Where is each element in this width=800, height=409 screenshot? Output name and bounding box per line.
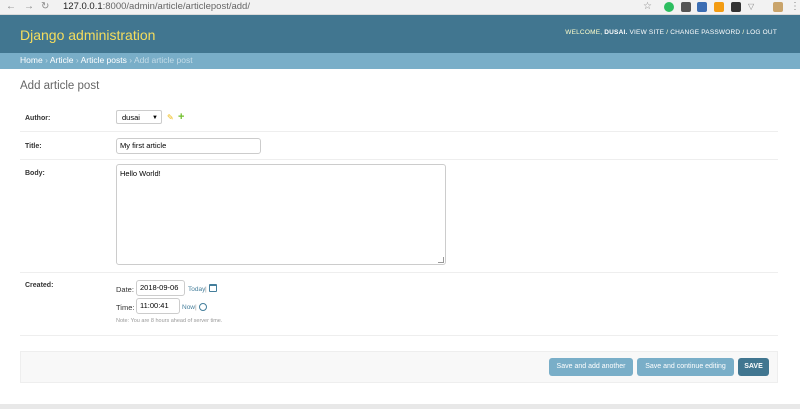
bookmark-star-icon[interactable]: ☆ [643, 1, 652, 13]
title-label: Title: [25, 143, 42, 150]
extension-icon[interactable] [731, 2, 741, 12]
evernote-extension-icon[interactable] [664, 2, 674, 12]
profile-icon[interactable] [773, 2, 783, 12]
title-input-value: My first article [120, 141, 167, 150]
row-divider [20, 335, 778, 336]
page-title: Add article post [20, 80, 100, 92]
breadcrumb-sep: › [129, 55, 133, 65]
breadcrumb-sep: › [75, 55, 79, 65]
edit-pencil-icon[interactable]: ✎ [167, 113, 174, 122]
timezone-help-text: Note: You are 8 hours ahead of server ti… [116, 318, 223, 324]
title-input[interactable]: My first article [116, 138, 261, 154]
save-and-continue-button[interactable]: Save and continue editing [637, 358, 734, 376]
breadcrumb-sep: › [45, 55, 48, 65]
horizontal-scrollbar[interactable] [0, 404, 800, 409]
row-divider [20, 159, 778, 160]
browser-toolbar: ← → ↻ 127.0.0.1:8000/admin/article/artic… [0, 0, 800, 15]
breadcrumb-model[interactable]: Article posts [81, 55, 127, 65]
time-input-value: 11:00:41 [140, 301, 169, 310]
breadcrumb: Home › Article › Article posts › Add art… [20, 55, 193, 66]
extension-icon[interactable] [697, 2, 707, 12]
mail-extension-icon[interactable] [681, 2, 691, 12]
created-label: Created: [25, 282, 54, 289]
view-site-link[interactable]: VIEW SITE [630, 29, 665, 36]
breadcrumb-home[interactable]: Home [20, 55, 43, 65]
author-select[interactable]: dusai ▼ [116, 110, 162, 124]
change-password-link[interactable]: CHANGE PASSWORD [670, 29, 740, 36]
clock-icon[interactable] [199, 303, 207, 311]
address-bar[interactable]: 127.0.0.1:8000/admin/article/articlepost… [63, 1, 250, 13]
separator: / [666, 29, 669, 36]
add-plus-icon[interactable]: + [178, 111, 184, 123]
author-label: Author: [25, 115, 51, 122]
user-tools: WELCOME, DUSAI. VIEW SITE / CHANGE PASSW… [565, 29, 777, 36]
shortcut-separator: | [195, 304, 197, 311]
caret-down-icon: ▼ [152, 115, 158, 121]
time-label: Time: [116, 303, 135, 312]
site-name[interactable]: Django administration [20, 27, 155, 43]
separator: / [742, 29, 745, 36]
dropdown-extension-icon[interactable]: ▽ [748, 1, 754, 13]
menu-icon[interactable]: ⋮ [790, 1, 800, 13]
now-link[interactable]: Now [182, 304, 195, 311]
row-divider [20, 272, 778, 273]
username: DUSAI. [604, 29, 628, 36]
row-divider [20, 131, 778, 132]
body-textarea[interactable]: Hello World! [116, 164, 446, 265]
calendar-icon[interactable] [209, 284, 217, 292]
back-icon[interactable]: ← [6, 1, 16, 13]
resize-handle-icon[interactable] [438, 257, 444, 263]
today-link[interactable]: Today [188, 286, 205, 293]
date-label: Date: [116, 285, 134, 294]
log-out-link[interactable]: LOG OUT [746, 29, 777, 36]
time-input[interactable]: 11:00:41 [136, 298, 180, 314]
welcome-text: WELCOME, [565, 29, 603, 36]
save-button[interactable]: SAVE [738, 358, 769, 376]
url-host: 127.0.0.1 [63, 1, 103, 12]
shortcut-separator: | [205, 286, 207, 293]
author-select-value: dusai [122, 113, 140, 122]
breadcrumb-app[interactable]: Article [50, 55, 74, 65]
body-label: Body: [25, 170, 45, 177]
date-input-value: 2018-09-06 [140, 283, 179, 292]
body-textarea-value: Hello World! [120, 169, 161, 178]
save-and-add-another-button[interactable]: Save and add another [549, 358, 633, 376]
forward-icon[interactable]: → [24, 1, 34, 13]
date-input[interactable]: 2018-09-06 [136, 280, 185, 296]
url-path: :8000/admin/article/articlepost/add/ [102, 1, 250, 12]
reload-icon[interactable]: ↻ [41, 1, 49, 13]
breadcrumb-current: Add article post [133, 55, 193, 65]
rss-extension-icon[interactable] [714, 2, 724, 12]
